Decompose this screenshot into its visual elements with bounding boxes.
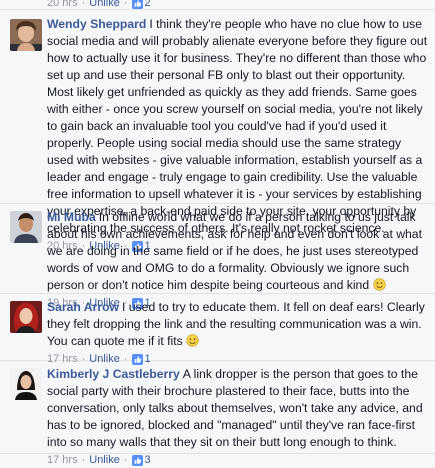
meta-separator: ·	[81, 0, 86, 9]
comment-timestamp[interactable]: 20 hrs	[47, 0, 78, 11]
comment-previous: 20 hrs · Unlike · 2	[0, 0, 435, 10]
avatar[interactable]	[10, 301, 42, 333]
meta-separator: ·	[123, 0, 128, 9]
avatar[interactable]	[10, 211, 42, 243]
avatar[interactable]	[10, 456, 42, 460]
unlike-link[interactable]: Unlike	[89, 0, 120, 11]
comment-meta: 20 hrs · Unlike · 2	[47, 0, 429, 11]
comment-item: Mi Muba In offline world what we do if a …	[0, 204, 435, 309]
comment-thread: 20 hrs · Unlike · 2 Wendy Sheppard I thin…	[0, 0, 435, 466]
comment-author[interactable]: Kimberly J Castleberry	[47, 367, 180, 381]
comment-body: Mi Muba In offline world what we do if a …	[47, 209, 429, 294]
smiley-icon	[186, 334, 199, 347]
comment-author[interactable]: Wendy Sheppard	[47, 17, 146, 31]
like-count[interactable]: 2	[145, 0, 151, 11]
comment-text: In offline world what we do if a person …	[47, 210, 422, 292]
smiley-icon	[372, 278, 386, 291]
avatar[interactable]	[10, 19, 42, 51]
comment-item: Wendy Sheppard I think they're people who…	[0, 11, 435, 252]
comment-author[interactable]: Mi Muba	[47, 210, 96, 224]
comment-body: Kimberly J Castleberry A link dropper is …	[47, 366, 429, 451]
comment-item: Sarah Arrow I used to try to educate them…	[0, 294, 435, 365]
comment-item: Kimberly J Castleberry A link dropper is …	[0, 361, 435, 466]
comment-text: I think they're people who have no clue …	[47, 17, 428, 235]
comment-next	[0, 454, 435, 460]
comment-body: Sarah Arrow I used to try to educate them…	[47, 299, 429, 350]
comment-author[interactable]: Sarah Arrow	[47, 300, 119, 314]
avatar[interactable]	[10, 368, 42, 400]
thumbs-up-icon[interactable]	[131, 0, 143, 9]
